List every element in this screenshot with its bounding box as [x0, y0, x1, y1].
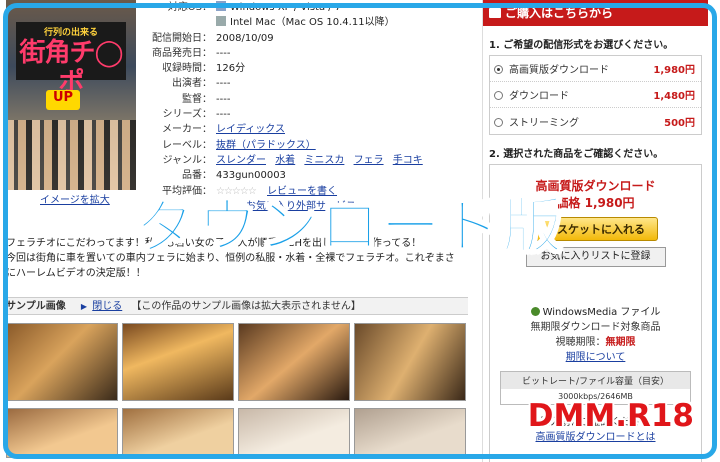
option-price: 1,480円 [653, 91, 695, 102]
spec-row-genre: ジャンル： スレンダー 水着 ミニスカ フェラ 手コキ [162, 154, 423, 166]
download-version-overlay-title: ダウンロード版 [136, 191, 564, 263]
enlarge-image-link[interactable]: イメージを拡大 [40, 191, 110, 206]
spec-row-performer: 出演者： ---- [172, 78, 231, 90]
genre-link[interactable]: スレンダー [216, 155, 266, 166]
sample-images-header: サンプル画像 ▶ 閉じる 【この作品のサンプル画像は拡大表示されません】 [6, 297, 468, 315]
radio-selected-icon[interactable] [494, 65, 503, 74]
radio-icon[interactable] [494, 91, 503, 100]
radio-icon[interactable] [494, 117, 503, 127]
triangle-right-icon: ▶ [80, 302, 88, 311]
sample-thumbnail[interactable] [354, 408, 466, 458]
viewing-period: 視聴期限：無期限 [555, 337, 636, 348]
brand-logo-text: DMM.R18 [527, 398, 694, 434]
close-samples-link[interactable]: 閉じる [92, 301, 122, 312]
windows-icon [216, 1, 226, 11]
cart-icon [489, 8, 501, 18]
sample-thumbnail[interactable] [238, 323, 350, 401]
sample-thumbnail[interactable] [6, 408, 118, 458]
sample-images-title: サンプル画像 [6, 301, 66, 312]
sample-thumbnail[interactable] [122, 323, 234, 401]
sample-thumbnail[interactable] [122, 408, 234, 458]
step1-heading: 1. ご希望の配信形式をお選びください。 [489, 40, 674, 51]
step2-heading: 2. 選択された商品をご確認ください。 [489, 149, 664, 160]
period-info-link[interactable]: 期限について [566, 352, 626, 363]
media-type: WindowsMedia ファイル [490, 303, 701, 318]
cover-top-text: 行列の出来る [43, 28, 98, 38]
spec-row-os: 対応OS： Windows XP / Vista / 7 [167, 1, 342, 13]
purchase-panel-header: ご購入はこちらから [483, 0, 708, 26]
spec-row-director: 監督： ---- [182, 93, 231, 105]
genre-link[interactable]: 手コキ [393, 155, 423, 166]
option-price: 500円 [664, 117, 695, 129]
spec-row-os-mac: Intel Mac（Mac OS 10.4.11以降） [137, 15, 467, 30]
spec-row-release: 配信開始日： 2008/10/09 [152, 32, 274, 44]
sample-note: 【この作品のサンプル画像は拡大表示されません】 [131, 301, 361, 312]
genre-link[interactable]: フェラ [354, 155, 384, 166]
sample-thumbnail[interactable] [6, 323, 118, 401]
cover-main-text: 街角チ◯ポ [19, 38, 123, 98]
option-price: 1,980円 [653, 65, 695, 76]
cover-title-band: 行列の出来る 街角チ◯ポ [16, 22, 126, 98]
spec-row-label: レーベル： 抜群（パラドックス） [162, 139, 316, 151]
bitrate-header: ビットレート/ファイル容量（目安） [501, 372, 690, 389]
sample-thumbnail[interactable] [354, 323, 466, 401]
cover-badge: UP [46, 90, 80, 110]
genre-link[interactable]: ミニスカ [304, 155, 344, 166]
maker-link[interactable]: レイディックス [216, 124, 285, 135]
media-download-type: 無期限ダウンロード対象商品 [530, 322, 661, 333]
option-hd-download[interactable]: 高画質版ダウンロード 1,980円 [490, 56, 701, 82]
spec-row-maker: メーカー： レイディックス [162, 124, 285, 136]
windows-media-icon [530, 307, 540, 316]
format-options: 高画質版ダウンロード 1,980円 ダウンロード 1,480円 ストリーミング … [489, 55, 702, 135]
option-download[interactable]: ダウンロード 1,480円 [490, 82, 701, 108]
spec-row-series: シリーズ： ---- [162, 109, 231, 121]
option-streaming[interactable]: ストリーミング 500円 [490, 108, 701, 134]
label-link[interactable]: 抜群（パラドックス） [216, 140, 316, 151]
mac-icon [216, 16, 226, 27]
product-cover-image[interactable]: 行列の出来る 街角チ◯ポ UP [6, 0, 136, 190]
spec-row-duration: 収録時間： 126分 [162, 63, 246, 75]
spec-row-sale-date: 商品発売日： ---- [152, 47, 231, 59]
genre-link[interactable]: 水着 [275, 155, 295, 166]
sample-thumbnail[interactable] [238, 408, 350, 458]
